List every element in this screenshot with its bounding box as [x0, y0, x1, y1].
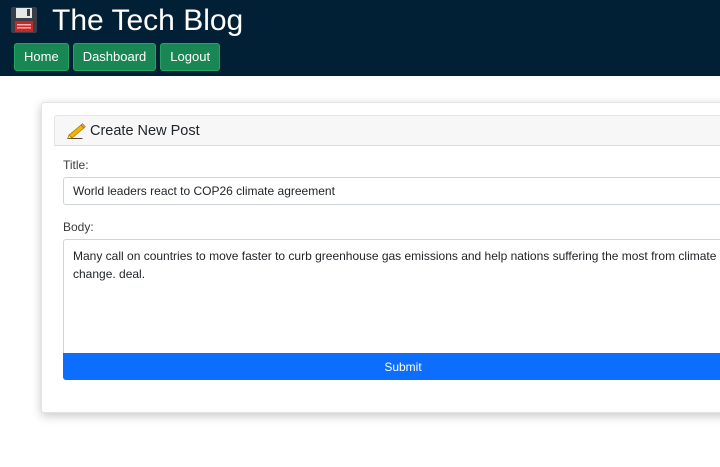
- submit-button[interactable]: Submit: [63, 353, 720, 380]
- pencil-writing-icon: [67, 123, 86, 139]
- nav-dashboard-button[interactable]: Dashboard: [72, 43, 157, 71]
- nav-home-button[interactable]: Home: [14, 43, 69, 71]
- body-label: Body:: [63, 220, 94, 234]
- create-post-card: Create New Post Title: Body: Many call o…: [41, 102, 720, 413]
- main-nav: Home Dashboard Logout: [14, 43, 221, 71]
- floppy-disk-icon: [11, 7, 37, 33]
- nav-logout-button[interactable]: Logout: [160, 43, 221, 71]
- site-header: The Tech Blog Home Dashboard Logout: [0, 0, 720, 76]
- title-input[interactable]: [63, 177, 720, 205]
- body-textarea[interactable]: Many call on countries to move faster to…: [63, 239, 720, 354]
- card-header: Create New Post: [54, 115, 720, 146]
- site-title: The Tech Blog: [52, 4, 244, 37]
- card-title: Create New Post: [90, 123, 200, 139]
- title-label: Title:: [63, 158, 89, 172]
